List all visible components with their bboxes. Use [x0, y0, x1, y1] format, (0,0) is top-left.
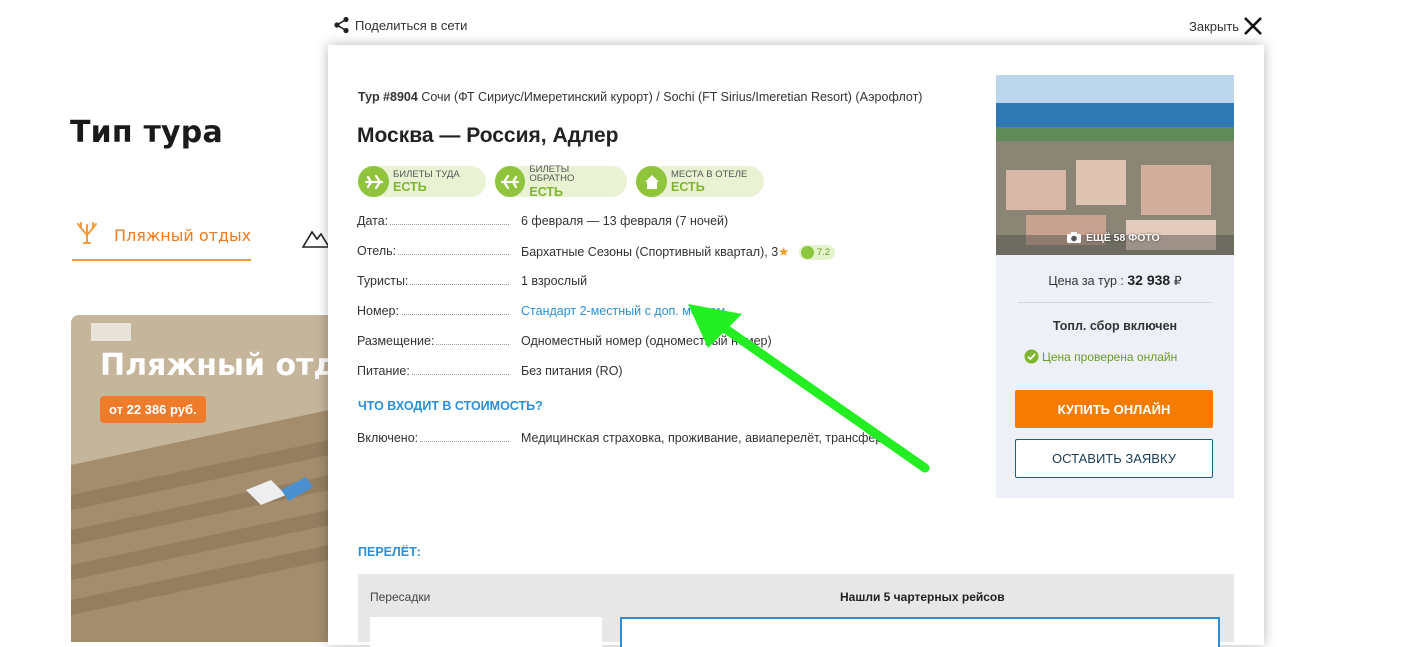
plane-icon [358, 166, 389, 197]
flight-section-title: ПЕРЕЛЁТ: [358, 545, 421, 559]
share-label: Поделиться в сети [355, 17, 468, 33]
room-label: Номер: [357, 304, 401, 318]
hotel-value-row: Бархатные Сезоны (Спортивный квартал), 3… [521, 244, 836, 261]
included-label: Включено: [357, 431, 421, 445]
coral-icon [72, 222, 102, 249]
badge-tickets-back: БИЛЕТЫ ОБРАТНО ЕСТЬ [495, 163, 627, 199]
camera-icon [1067, 232, 1081, 243]
divider [1018, 302, 1212, 303]
tour-price: Цена за тур : 32 938 ₽ [996, 272, 1234, 288]
price-label: Цена за тур : [1048, 274, 1124, 288]
currency-sign: ₽ [1173, 274, 1182, 288]
star-icon: ★ [778, 245, 790, 259]
card-price-badge: от 22 386 руб. [100, 396, 206, 423]
more-photos-link[interactable]: ЕЩЁ 58 ФОТО [1066, 231, 1160, 244]
tab-beach[interactable]: Пляжный отдых [72, 222, 252, 261]
badge-tickets-there-top: БИЛЕТЫ ТУДА [393, 168, 460, 180]
leave-request-button[interactable]: ОСТАВИТЬ ЗАЯВКУ [1015, 439, 1213, 478]
check-circle-icon [1024, 349, 1039, 364]
placement-label: Размещение: [357, 334, 437, 348]
hotel-rating-badge[interactable]: 7.2 [798, 245, 836, 261]
tab-beach-label: Пляжный отдых [114, 226, 252, 245]
tour-title-line: Тур #8904 Сочи (ФТ Сириус/Имеретинский к… [358, 90, 922, 104]
badge-hotel-places: МЕСТА В ОТЕЛЕ ЕСТЬ [636, 166, 764, 197]
close-button[interactable]: Закрыть [1189, 16, 1263, 36]
badge-tickets-there-bottom: ЕСТЬ [393, 180, 427, 194]
badge-hotel-places-top: МЕСТА В ОТЕЛЕ [671, 168, 748, 180]
meals-value: Без питания (RO) [521, 364, 623, 378]
tourists-label: Туристы: [357, 274, 411, 288]
hotel-rating: 7.2 [816, 247, 831, 259]
placement-label-row: Размещение: [357, 334, 509, 348]
price-verified-label: Цена проверена онлайн [1042, 349, 1178, 364]
date-label: Дата: [357, 214, 391, 228]
tour-name: Сочи (ФТ Сириус/Имеретинский курорт) / S… [421, 90, 923, 104]
price-verified: Цена проверена онлайн [1024, 349, 1177, 364]
tourists-value: 1 взрослый [521, 274, 588, 288]
date-value: 6 февраля — 13 февраля (7 ночей) [521, 214, 729, 228]
whats-included-link[interactable]: ЧТО ВХОДИТ В СТОИМОСТЬ? [358, 399, 543, 413]
price-value: 32 938 [1127, 272, 1171, 288]
hotel-value: Бархатные Сезоны (Спортивный квартал), 3 [521, 245, 779, 259]
house-icon [636, 166, 667, 197]
transfers-filter-label: Пересадки [370, 590, 431, 604]
found-flights-label: Нашли 5 чартерных рейсов [840, 590, 1005, 604]
badge-tickets-there: БИЛЕТЫ ТУДА ЕСТЬ [358, 166, 486, 197]
buy-online-button[interactable]: КУПИТЬ ОНЛАЙН [1015, 390, 1213, 428]
badge-tickets-back-bottom: ЕСТЬ [529, 184, 564, 199]
meals-label-row: Питание: [357, 364, 509, 378]
tourists-label-row: Туристы: [357, 274, 509, 288]
room-label-row: Номер: [357, 304, 509, 318]
tour-route: Москва — Россия, Адлер [357, 124, 619, 147]
badge-tickets-back-top: БИЛЕТЫ ОБРАТНО [529, 163, 575, 185]
hotel-photo-image [996, 75, 1234, 255]
fuel-note: Топл. сбор включен [1052, 319, 1178, 333]
flight-list-box[interactable] [620, 617, 1220, 647]
tab-mountains[interactable] [301, 224, 331, 253]
badge-hotel-places-bottom: ЕСТЬ [671, 180, 705, 194]
date-label-row: Дата: [357, 214, 509, 228]
more-photos-label: ЕЩЁ 58 ФОТО [1086, 231, 1160, 244]
close-label: Закрыть [1189, 18, 1240, 34]
annotation-arrow [688, 304, 930, 473]
transfers-filter-box[interactable] [370, 617, 602, 647]
page-heading: Тип тура [70, 115, 223, 150]
share-button[interactable]: Поделиться в сети [333, 16, 467, 34]
plane-return-icon [495, 166, 526, 197]
meals-label: Питание: [357, 364, 412, 378]
hotel-photo[interactable] [996, 75, 1234, 255]
mountains-icon [301, 230, 331, 248]
hotel-label-row: Отель: [357, 244, 509, 258]
close-icon [1244, 17, 1262, 35]
tour-number: Тур #8904 [358, 90, 418, 104]
included-label-row: Включено: [357, 431, 509, 445]
hotel-label: Отель: [357, 244, 399, 258]
smile-icon [800, 246, 814, 260]
share-icon [334, 16, 349, 34]
